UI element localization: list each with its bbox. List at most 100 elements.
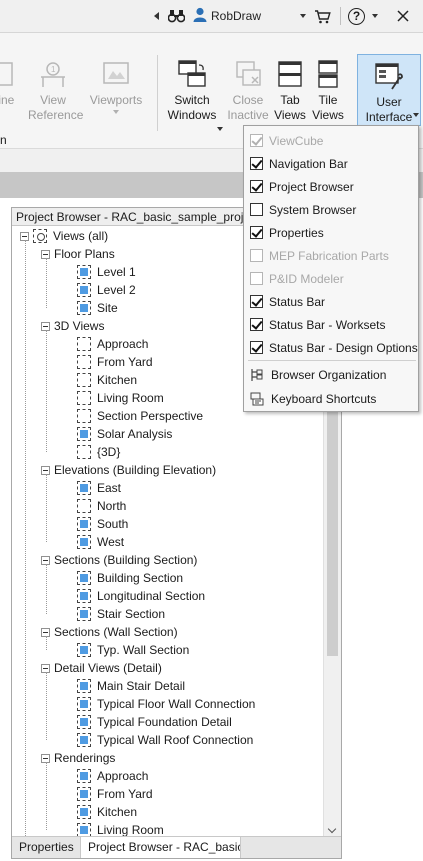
close-inactive-icon [233, 59, 263, 89]
tree-view-item[interactable]: Site [77, 299, 118, 317]
tree-root-label: Views (all) [53, 229, 109, 243]
scroll-down-arrow[interactable] [327, 824, 337, 834]
tree-view-item[interactable]: East [77, 479, 121, 497]
tree-view-label: Stair Section [97, 607, 166, 621]
tree-view-label: Kitchen [97, 373, 138, 387]
close-inactive-label: Close Inactive [227, 93, 269, 122]
tree-group-row[interactable]: Renderings [41, 749, 115, 767]
tree-view-item[interactable]: South [77, 515, 128, 533]
menu-item-status-bar[interactable]: Status Bar [244, 290, 418, 313]
tree-group-label: Renderings [54, 751, 116, 765]
menu-item-project-browser[interactable]: Project Browser [244, 175, 418, 198]
checkbox-checked-icon[interactable] [250, 341, 263, 354]
tree-view-item[interactable]: Level 2 [77, 281, 136, 299]
user-interface-button[interactable]: User Interface [357, 54, 421, 126]
tree-group-row[interactable]: Sections (Wall Section) [41, 623, 178, 641]
scroll-left-arrow[interactable] [154, 8, 159, 24]
cart-icon[interactable] [314, 8, 331, 24]
tree-view-label: Level 2 [97, 283, 136, 297]
menu-action-label: Keyboard Shortcuts [271, 391, 377, 406]
view-icon [77, 499, 91, 513]
user-interface-label: User Interface [365, 95, 413, 124]
tree-view-label: Living Room [97, 391, 164, 405]
view-placed-icon [77, 283, 91, 297]
tab-project-browser[interactable]: Project Browser - RAC_basic_sample_proje… [81, 837, 241, 858]
tree-view-item[interactable]: Kitchen [77, 803, 137, 821]
tree-view-label: South [97, 517, 129, 531]
menu-action-browser-organization[interactable]: Browser Organization [244, 363, 418, 386]
tree-view-item[interactable]: Section Perspective [77, 407, 203, 425]
tree-view-label: Building Section [97, 571, 184, 585]
tree-guide-line [46, 258, 47, 308]
tree-view-label: Site [97, 301, 118, 315]
viewports-button[interactable]: Viewports [86, 53, 146, 153]
help-menu-arrow[interactable] [372, 8, 378, 24]
help-button[interactable]: ? [348, 7, 365, 25]
tree-view-item[interactable]: North [77, 497, 126, 515]
checkbox-checked-icon[interactable] [250, 226, 263, 239]
tree-view-item[interactable]: Typ. Wall Section [77, 641, 189, 659]
menu-action-keyboard-shortcuts[interactable]: Keyboard Shortcuts [244, 387, 418, 410]
tree-view-item[interactable]: Approach [77, 335, 148, 353]
tree-root-views-all[interactable]: Views (all) [20, 227, 108, 245]
tree-view-item[interactable]: Living Room [77, 821, 164, 836]
view-icon [77, 409, 91, 423]
tree-view-item[interactable]: Stair Section [77, 605, 165, 623]
view-icon [77, 337, 91, 351]
tab-properties[interactable]: Properties [12, 837, 81, 858]
menu-item-navigation-bar[interactable]: Navigation Bar [244, 152, 418, 175]
tree-view-item[interactable]: Level 1 [77, 263, 136, 281]
checkbox-checked-icon[interactable] [250, 180, 263, 193]
tile-views-icon [313, 59, 343, 89]
checkbox-checked-icon[interactable] [250, 157, 263, 170]
tree-view-label: Level 1 [97, 265, 136, 279]
tree-guide-line [46, 762, 47, 830]
close-icon[interactable] [397, 8, 409, 24]
view-icon [77, 445, 91, 459]
view-placed-icon [77, 517, 91, 531]
menu-separator [248, 360, 416, 361]
tree-view-item[interactable]: From Yard [77, 353, 153, 371]
tree-group-row[interactable]: Floor Plans [41, 245, 115, 263]
tree-group-row[interactable]: 3D Views [41, 317, 104, 335]
view-placed-icon [77, 805, 91, 819]
tree-view-label: Approach [97, 337, 149, 351]
tree-view-item[interactable]: Approach [77, 767, 148, 785]
view-placed-icon [77, 787, 91, 801]
switch-windows-button[interactable]: Switch Windows [164, 53, 223, 153]
tree-view-item[interactable]: Kitchen [77, 371, 137, 389]
tree-group-row[interactable]: Elevations (Building Elevation) [41, 461, 216, 479]
menu-item-system-browser[interactable]: System Browser [244, 198, 418, 221]
tree-group-row[interactable]: Detail Views (Detail) [41, 659, 162, 677]
binoculars-icon[interactable] [168, 8, 185, 24]
tree-view-item[interactable]: Longitudinal Section [77, 587, 205, 605]
tree-view-item[interactable]: Typical Floor Wall Connection [77, 695, 255, 713]
menu-item-properties[interactable]: Properties [244, 221, 418, 244]
tree-view-item[interactable]: Living Room [77, 389, 164, 407]
menu-item-mep-fabrication-parts: MEP Fabrication Parts [244, 244, 418, 267]
tree-view-item[interactable]: Solar Analysis [77, 425, 172, 443]
tree-view-item[interactable]: Main Stair Detail [77, 677, 185, 695]
tree-group-label: Floor Plans [54, 247, 115, 261]
checkbox-checked-icon[interactable] [250, 318, 263, 331]
tree-view-item[interactable]: From Yard [77, 785, 153, 803]
checkbox-checked-icon[interactable] [250, 295, 263, 308]
menu-item-label: ViewCube [269, 133, 324, 148]
tree-view-item[interactable]: Typical Wall Roof Connection [77, 731, 253, 749]
menu-item-status-bar-design-options[interactable]: Status Bar - Design Options [244, 336, 418, 359]
tree-view-item[interactable]: {3D} [77, 443, 120, 461]
tree-view-label: Main Stair Detail [97, 679, 186, 693]
view-placed-icon [77, 481, 91, 495]
tree-group-row[interactable]: Sections (Building Section) [41, 551, 197, 569]
view-reference-button[interactable]: 1 View Reference [28, 53, 83, 153]
menu-item-label: P&ID Modeler [269, 271, 344, 286]
tree-view-item[interactable]: Building Section [77, 569, 183, 587]
menu-item-label: Status Bar - Design Options [269, 340, 418, 355]
tree-view-item[interactable]: West [77, 533, 124, 551]
menu-item-status-bar-worksets[interactable]: Status Bar - Worksets [244, 313, 418, 336]
checkbox-unchecked-icon[interactable] [250, 203, 263, 216]
tree-view-item[interactable]: Typical Foundation Detail [77, 713, 232, 731]
user-account-button[interactable]: RobDraw [193, 7, 261, 24]
tile-views-label: Tile Views [312, 93, 344, 122]
user-menu-arrow[interactable] [300, 8, 306, 24]
